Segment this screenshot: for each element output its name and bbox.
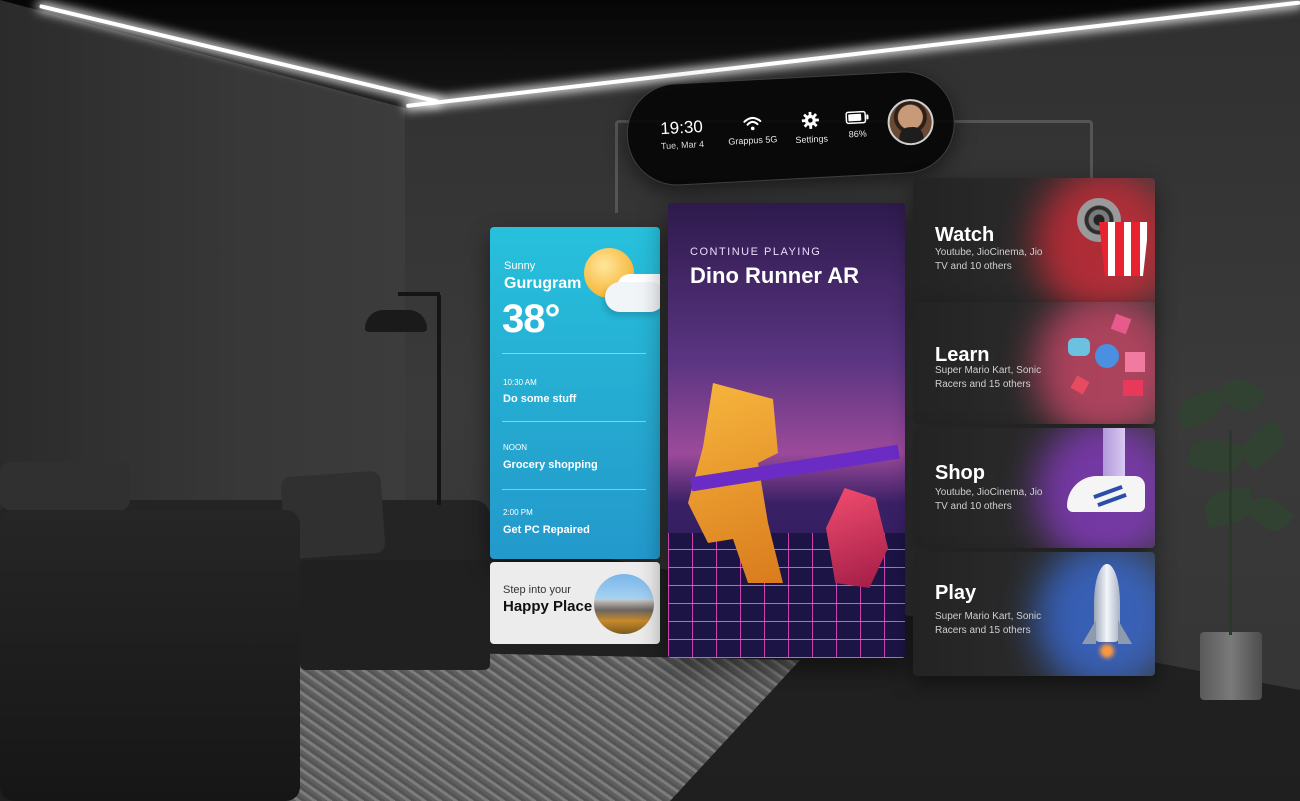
divider [502, 353, 646, 354]
floor-lamp-arm [398, 292, 440, 296]
sofa-arm [0, 510, 300, 801]
plant-pot [1200, 632, 1262, 700]
sneaker-icon [1063, 428, 1153, 538]
floor-lamp-pole [437, 295, 441, 505]
sofa-seat [300, 560, 490, 670]
game-title: Dino Runner AR [690, 263, 860, 288]
gear-icon [802, 111, 820, 129]
clock-time: 19:30 [659, 117, 704, 139]
agenda-item-time: 10:30 AM [503, 378, 537, 387]
agenda-item-title[interactable]: Do some stuff [503, 393, 576, 405]
weather-agenda-widget[interactable]: Sunny Gurugram 38° 10:30 AM Do some stuf… [490, 227, 660, 559]
battery-status[interactable]: 86% [844, 110, 870, 140]
clock-widget[interactable]: 19:30 Tue, Mar 4 [653, 117, 711, 152]
category-title: Shop [935, 462, 985, 484]
battery-percentage: 86% [848, 128, 867, 140]
agenda-item-time: 2:00 PM [503, 508, 533, 517]
category-description: Super Mario Kart, Sonic Racers and 15 ot… [935, 365, 1042, 390]
category-description: Super Mario Kart, Sonic Racers and 15 ot… [935, 611, 1042, 636]
popcorn-film-icon [1073, 198, 1153, 278]
shapes-icon [1063, 313, 1153, 406]
weather-city: Gurugram [504, 275, 582, 292]
mountain-landscape-thumbnail [594, 574, 654, 634]
cloud-icon [605, 282, 660, 312]
plant-stem [1229, 430, 1232, 635]
continue-playing-card[interactable]: CONTINUE PLAYING Dino Runner AR [668, 203, 905, 658]
category-card-watch[interactable]: Watch Youtube, JioCinema, Jio TV and 10 … [913, 178, 1155, 308]
sofa-pillow [0, 462, 130, 510]
category-description: Youtube, JioCinema, Jio TV and 10 others [935, 487, 1043, 512]
happy-place-subtitle: Step into your [503, 584, 571, 596]
agenda-item-time: NOON [503, 443, 527, 452]
floor-lamp-shade [365, 310, 427, 332]
category-card-shop[interactable]: Shop Youtube, JioCinema, Jio TV and 10 o… [913, 428, 1155, 548]
user-avatar[interactable] [886, 97, 935, 147]
system-status-bar: 19:30 Tue, Mar 4 Grappus 5G Settings 86% [624, 68, 958, 188]
continue-playing-label: CONTINUE PLAYING [690, 246, 822, 258]
settings-label: Settings [795, 132, 829, 145]
wifi-icon [742, 116, 761, 130]
agenda-item-title[interactable]: Grocery shopping [503, 459, 598, 471]
divider [502, 421, 646, 422]
weather-temperature: 38° [502, 297, 560, 341]
category-card-play[interactable]: Play Super Mario Kart, Sonic Racers and … [913, 552, 1155, 676]
category-description: Youtube, JioCinema, Jio TV and 10 others [935, 247, 1043, 272]
happy-place-title: Happy Place [503, 598, 593, 615]
battery-icon [844, 110, 869, 125]
wifi-network-label: Grappus 5G [728, 133, 778, 147]
category-title: Play [935, 582, 977, 604]
rocket-icon [1077, 562, 1137, 672]
category-card-learn[interactable]: Learn Super Mario Kart, Sonic Racers and… [913, 302, 1155, 424]
settings-button[interactable]: Settings [794, 110, 828, 145]
happy-place-card[interactable]: Step into your Happy Place [490, 562, 660, 644]
category-title: Watch [935, 224, 995, 246]
divider [502, 489, 646, 490]
weather-condition: Sunny [504, 260, 536, 272]
wifi-button[interactable]: Grappus 5G [727, 115, 778, 147]
agenda-item-title[interactable]: Get PC Repaired [503, 524, 590, 536]
clock-date: Tue, Mar 4 [660, 138, 705, 152]
